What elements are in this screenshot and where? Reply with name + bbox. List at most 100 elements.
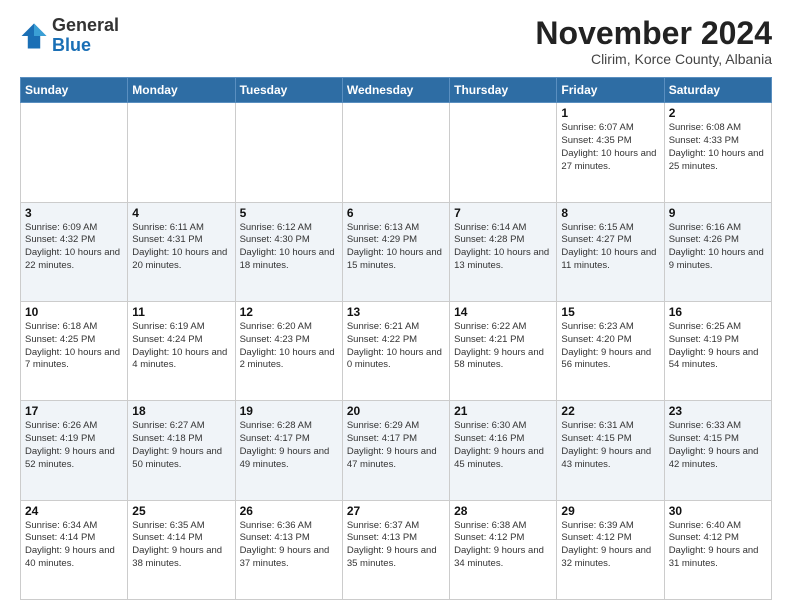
calendar-cell	[342, 103, 449, 202]
day-number: 14	[454, 305, 552, 319]
weekday-header-wednesday: Wednesday	[342, 78, 449, 103]
calendar-cell	[21, 103, 128, 202]
day-number: 24	[25, 504, 123, 518]
calendar-cell: 28 Sunrise: 6:38 AM Sunset: 4:12 PM Dayli…	[450, 500, 557, 599]
title-block: November 2024 Clirim, Korce County, Alba…	[535, 16, 772, 67]
day-info: Sunrise: 6:30 AM Sunset: 4:16 PM Dayligh…	[454, 420, 552, 471]
generalblue-logo-icon	[20, 22, 48, 50]
day-info: Sunrise: 6:38 AM Sunset: 4:12 PM Dayligh…	[454, 520, 552, 571]
calendar-cell: 26Sunrise: 6:36 AM Sunset: 4:13 PM Dayli…	[235, 500, 342, 599]
calendar-cell: 8 Sunrise: 6:15 AM Sunset: 4:27 PM Daylig…	[557, 202, 664, 301]
day-info: Sunrise: 6:07 AM Sunset: 4:35 PM Dayligh…	[561, 122, 659, 173]
day-info: Sunrise: 6:23 AM Sunset: 4:20 PM Dayligh…	[561, 321, 659, 372]
calendar-cell: 18Sunrise: 6:27 AM Sunset: 4:18 PM Dayli…	[128, 401, 235, 500]
day-number: 4	[132, 206, 230, 220]
weekday-header-tuesday: Tuesday	[235, 78, 342, 103]
calendar-cell	[235, 103, 342, 202]
day-number: 23	[669, 404, 767, 418]
day-number: 9	[669, 206, 767, 220]
calendar-cell: 29Sunrise: 6:39 AM Sunset: 4:12 PM Dayli…	[557, 500, 664, 599]
day-info: Sunrise: 6:13 AM Sunset: 4:29 PM Dayligh…	[347, 222, 445, 273]
logo: General Blue	[20, 16, 119, 56]
calendar-cell: 27 Sunrise: 6:37 AM Sunset: 4:13 PM Dayli…	[342, 500, 449, 599]
calendar-cell: 15 Sunrise: 6:23 AM Sunset: 4:20 PM Dayli…	[557, 301, 664, 400]
calendar-cell: 22 Sunrise: 6:31 AM Sunset: 4:15 PM Dayli…	[557, 401, 664, 500]
day-number: 27	[347, 504, 445, 518]
calendar-cell: 7 Sunrise: 6:14 AM Sunset: 4:28 PM Daylig…	[450, 202, 557, 301]
day-number: 7	[454, 206, 552, 220]
location: Clirim, Korce County, Albania	[535, 51, 772, 67]
calendar-week-2: 3 Sunrise: 6:09 AM Sunset: 4:32 PM Daylig…	[21, 202, 772, 301]
day-info: Sunrise: 6:35 AM Sunset: 4:14 PM Dayligh…	[132, 520, 230, 571]
header: General Blue November 2024 Clirim, Korce…	[20, 16, 772, 67]
calendar-cell: 4 Sunrise: 6:11 AM Sunset: 4:31 PM Daylig…	[128, 202, 235, 301]
logo-text: General Blue	[52, 16, 119, 56]
day-info: Sunrise: 6:09 AM Sunset: 4:32 PM Dayligh…	[25, 222, 123, 273]
calendar-cell: 11Sunrise: 6:19 AM Sunset: 4:24 PM Dayli…	[128, 301, 235, 400]
day-number: 16	[669, 305, 767, 319]
day-number: 28	[454, 504, 552, 518]
calendar-cell: 16 Sunrise: 6:25 AM Sunset: 4:19 PM Dayli…	[664, 301, 771, 400]
day-info: Sunrise: 6:29 AM Sunset: 4:17 PM Dayligh…	[347, 420, 445, 471]
day-info: Sunrise: 6:33 AM Sunset: 4:15 PM Dayligh…	[669, 420, 767, 471]
calendar-cell	[450, 103, 557, 202]
calendar-cell: 24 Sunrise: 6:34 AM Sunset: 4:14 PM Dayli…	[21, 500, 128, 599]
calendar-cell: 10Sunrise: 6:18 AM Sunset: 4:25 PM Dayli…	[21, 301, 128, 400]
calendar-cell: 25 Sunrise: 6:35 AM Sunset: 4:14 PM Dayli…	[128, 500, 235, 599]
day-info: Sunrise: 6:08 AM Sunset: 4:33 PM Dayligh…	[669, 122, 767, 173]
page: General Blue November 2024 Clirim, Korce…	[0, 0, 792, 612]
day-info: Sunrise: 6:20 AM Sunset: 4:23 PM Dayligh…	[240, 321, 338, 372]
calendar-cell: 3 Sunrise: 6:09 AM Sunset: 4:32 PM Daylig…	[21, 202, 128, 301]
day-number: 8	[561, 206, 659, 220]
calendar-week-5: 24 Sunrise: 6:34 AM Sunset: 4:14 PM Dayli…	[21, 500, 772, 599]
logo-blue: Blue	[52, 35, 91, 55]
day-info: Sunrise: 6:39 AM Sunset: 4:12 PM Dayligh…	[561, 520, 659, 571]
calendar-cell: 30Sunrise: 6:40 AM Sunset: 4:12 PM Dayli…	[664, 500, 771, 599]
day-info: Sunrise: 6:36 AM Sunset: 4:13 PM Dayligh…	[240, 520, 338, 571]
day-number: 15	[561, 305, 659, 319]
day-number: 25	[132, 504, 230, 518]
day-number: 19	[240, 404, 338, 418]
day-info: Sunrise: 6:16 AM Sunset: 4:26 PM Dayligh…	[669, 222, 767, 273]
day-info: Sunrise: 6:14 AM Sunset: 4:28 PM Dayligh…	[454, 222, 552, 273]
day-info: Sunrise: 6:26 AM Sunset: 4:19 PM Dayligh…	[25, 420, 123, 471]
day-info: Sunrise: 6:37 AM Sunset: 4:13 PM Dayligh…	[347, 520, 445, 571]
weekday-header-sunday: Sunday	[21, 78, 128, 103]
calendar-cell: 2 Sunrise: 6:08 AM Sunset: 4:33 PM Daylig…	[664, 103, 771, 202]
day-info: Sunrise: 6:34 AM Sunset: 4:14 PM Dayligh…	[25, 520, 123, 571]
day-number: 21	[454, 404, 552, 418]
day-number: 6	[347, 206, 445, 220]
weekday-header-saturday: Saturday	[664, 78, 771, 103]
day-info: Sunrise: 6:28 AM Sunset: 4:17 PM Dayligh…	[240, 420, 338, 471]
day-info: Sunrise: 6:31 AM Sunset: 4:15 PM Dayligh…	[561, 420, 659, 471]
day-number: 18	[132, 404, 230, 418]
day-info: Sunrise: 6:11 AM Sunset: 4:31 PM Dayligh…	[132, 222, 230, 273]
day-info: Sunrise: 6:40 AM Sunset: 4:12 PM Dayligh…	[669, 520, 767, 571]
calendar-cell: 12 Sunrise: 6:20 AM Sunset: 4:23 PM Dayli…	[235, 301, 342, 400]
day-info: Sunrise: 6:22 AM Sunset: 4:21 PM Dayligh…	[454, 321, 552, 372]
calendar-cell: 20 Sunrise: 6:29 AM Sunset: 4:17 PM Dayli…	[342, 401, 449, 500]
day-number: 13	[347, 305, 445, 319]
day-number: 1	[561, 106, 659, 120]
calendar-week-1: 1 Sunrise: 6:07 AM Sunset: 4:35 PM Daylig…	[21, 103, 772, 202]
calendar-week-3: 10Sunrise: 6:18 AM Sunset: 4:25 PM Dayli…	[21, 301, 772, 400]
day-number: 3	[25, 206, 123, 220]
calendar-cell: 13 Sunrise: 6:21 AM Sunset: 4:22 PM Dayli…	[342, 301, 449, 400]
day-number: 2	[669, 106, 767, 120]
calendar-table: SundayMondayTuesdayWednesdayThursdayFrid…	[20, 77, 772, 600]
calendar-cell: 23 Sunrise: 6:33 AM Sunset: 4:15 PM Dayli…	[664, 401, 771, 500]
day-number: 20	[347, 404, 445, 418]
calendar-cell: 9 Sunrise: 6:16 AM Sunset: 4:26 PM Daylig…	[664, 202, 771, 301]
calendar-cell	[128, 103, 235, 202]
day-info: Sunrise: 6:25 AM Sunset: 4:19 PM Dayligh…	[669, 321, 767, 372]
day-info: Sunrise: 6:21 AM Sunset: 4:22 PM Dayligh…	[347, 321, 445, 372]
day-number: 10	[25, 305, 123, 319]
day-info: Sunrise: 6:15 AM Sunset: 4:27 PM Dayligh…	[561, 222, 659, 273]
month-title: November 2024	[535, 16, 772, 51]
calendar-cell: 19 Sunrise: 6:28 AM Sunset: 4:17 PM Dayli…	[235, 401, 342, 500]
calendar-cell: 5Sunrise: 6:12 AM Sunset: 4:30 PM Daylig…	[235, 202, 342, 301]
day-number: 17	[25, 404, 123, 418]
day-number: 22	[561, 404, 659, 418]
day-number: 12	[240, 305, 338, 319]
calendar-header-row: SundayMondayTuesdayWednesdayThursdayFrid…	[21, 78, 772, 103]
